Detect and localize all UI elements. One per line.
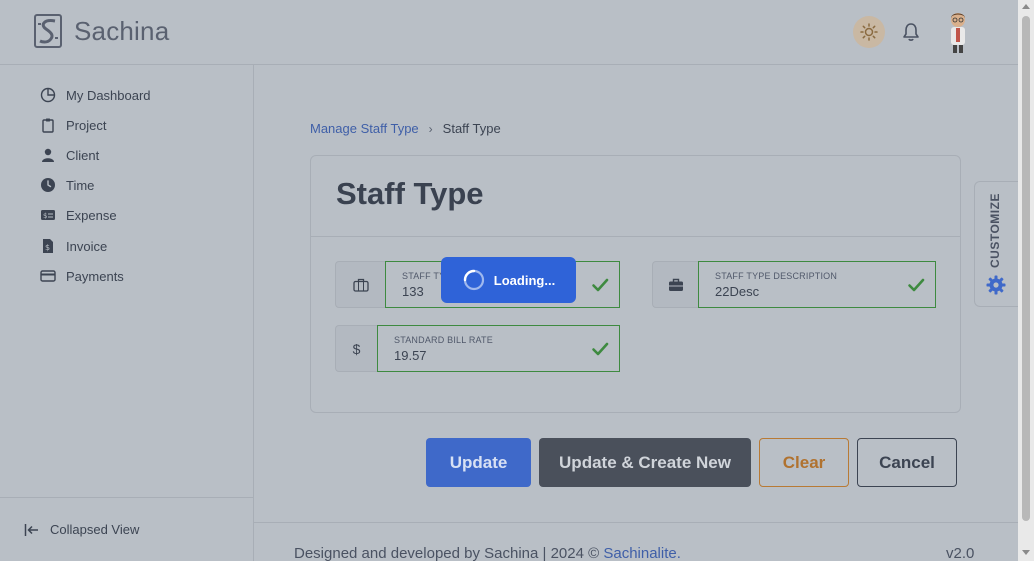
user-icon [42,148,54,162]
update-create-new-button[interactable]: Update & Create New [539,438,751,487]
loading-text: Loading... [493,272,556,288]
card-divider [311,236,960,237]
description-value: 22Desc [715,284,760,299]
description-label: STAFF TYPE DESCRIPTION [715,271,838,281]
sidebar-item-label: Project [66,117,107,133]
pie-chart-icon [40,87,56,103]
customize-label: CUSTOMIZE [988,193,1002,268]
sun-icon [860,23,878,41]
bill-rate-field: $ STANDARD BILL RATE 19.57 [335,325,620,372]
sachina-logo-icon[interactable] [34,14,62,48]
description-field: STAFF TYPE DESCRIPTION 22Desc [652,261,936,308]
sidebar-item-label: Expense [66,207,117,223]
breadcrumb-manage-staff-type[interactable]: Manage Staff Type [310,121,419,136]
update-button[interactable]: Update [426,438,531,487]
breadcrumb-separator-icon: › [428,121,433,136]
staff-type-label: STAFF TY [402,271,446,281]
top-header: Sachina [0,0,1018,65]
briefcase-outline-icon [352,278,369,292]
sidebar-item-label: Time [66,177,95,193]
cancel-button[interactable]: Cancel [857,438,957,487]
breadcrumb: Manage Staff Type › Staff Type [310,121,501,136]
collapse-left-icon [24,523,38,536]
brand-name[interactable]: Sachina [74,16,169,47]
bell-icon [903,23,919,41]
sidebar-item-my-dashboard[interactable]: My Dashboard [40,85,151,105]
collapsed-view-label: Collapsed View [50,522,140,537]
scroll-thumb[interactable] [1022,16,1030,521]
valid-check-icon [592,342,609,356]
valid-check-icon [908,278,925,292]
gear-icon [986,275,1006,295]
clipboard-icon [42,118,54,133]
svg-text:$: $ [43,212,47,220]
clear-button[interactable]: Clear [759,438,849,487]
sidebar-item-payments[interactable]: Payments [40,266,124,286]
scroll-down-arrow-icon[interactable] [1022,550,1030,555]
invoice-icon: $ [43,239,53,253]
page-scrollbar[interactable] [1018,0,1034,561]
sidebar-item-label: Client [66,147,100,163]
breadcrumb-current: Staff Type [442,121,501,136]
page-title: Staff Type [336,176,484,211]
sidebar-item-expense[interactable]: $ Expense [40,205,117,225]
bill-rate-label: STANDARD BILL RATE [394,335,493,345]
staff-type-addon [335,261,385,308]
bill-rate-input[interactable]: STANDARD BILL RATE 19.57 [377,325,620,372]
sidebar-item-label: Payments [66,268,124,284]
valid-check-icon [592,278,609,292]
spinner-icon [463,269,484,291]
sidebar-item-label: Invoice [66,238,108,254]
footer: Designed and developed by Sachina | 2024… [254,522,1018,561]
version-label: v2.0 [946,545,975,561]
sidebar-item-label: My Dashboard [66,87,151,103]
collapsed-view-button[interactable]: Collapsed View [0,497,254,561]
dollar-icon: $ [335,325,377,372]
briefcase-icon [668,278,683,291]
credit-card-icon [40,270,56,282]
scroll-up-arrow-icon[interactable] [1022,4,1030,9]
description-input[interactable]: STAFF TYPE DESCRIPTION 22Desc [698,261,936,308]
footer-credit: Designed and developed by Sachina | 2024… [294,545,604,561]
sidebar-item-time[interactable]: Time [40,175,94,195]
theme-toggle-button[interactable] [853,16,885,48]
svg-text:$: $ [45,243,50,252]
footer-link[interactable]: Sachinalite. [603,545,681,561]
sidebar-item-project[interactable]: Project [40,115,106,135]
footer-text: Designed and developed by Sachina | 2024… [294,545,681,561]
description-addon [652,261,698,308]
user-avatar[interactable] [942,10,974,54]
customize-tab[interactable]: CUSTOMIZE [974,181,1018,307]
money-card-icon: $ [41,210,55,220]
sidebar-item-invoice[interactable]: $ Invoice [40,236,107,256]
sidebar: My Dashboard Project Client Time $ Expen… [0,65,254,561]
notifications-button[interactable] [899,20,923,44]
staff-type-value: 133 [402,284,424,299]
bill-rate-value: 19.57 [394,348,427,363]
clock-icon [41,178,55,192]
sidebar-item-client[interactable]: Client [40,145,99,165]
loading-indicator: Loading... [441,257,576,303]
